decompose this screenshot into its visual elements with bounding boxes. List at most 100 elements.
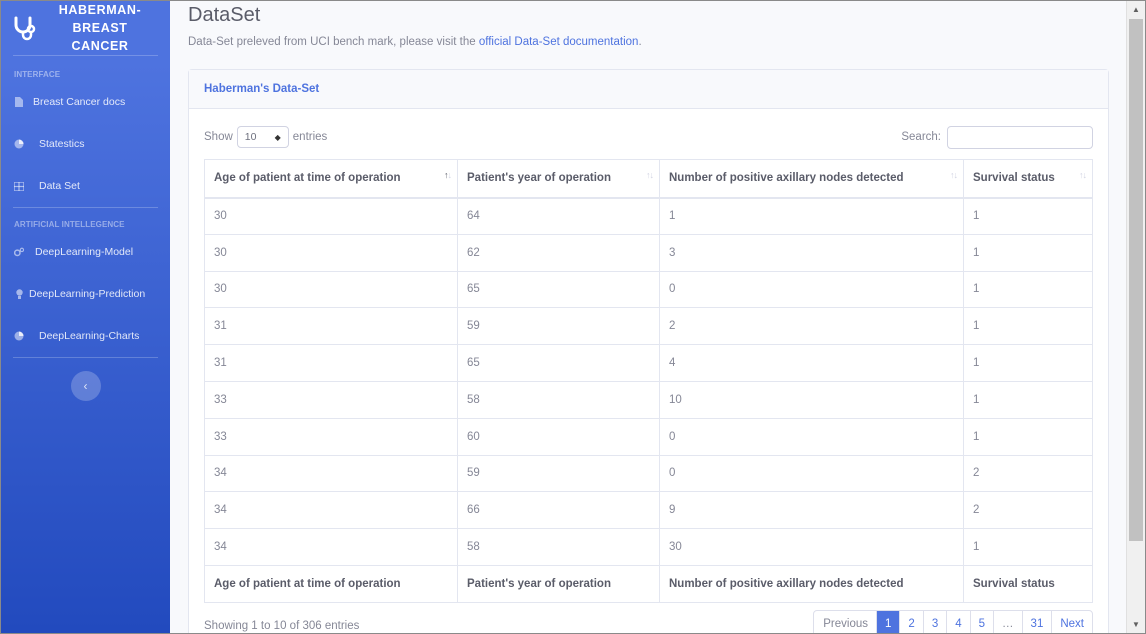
- table-row: 34 66 9 2: [204, 491, 1093, 530]
- sidebar-toggle-button[interactable]: ‹: [70, 371, 101, 401]
- table-cell: 0: [659, 417, 964, 456]
- sidebar-item-deeplearning-prediction[interactable]: DeepLearning-Prediction: [1, 273, 170, 315]
- pagination-ellipsis: …: [993, 611, 1022, 633]
- table-header-row: Age of patient at time of operation ↑↓ P…: [204, 159, 1093, 199]
- column-header-label: Age of patient at time of operation: [214, 172, 401, 185]
- entries-select-value: 10: [244, 131, 257, 143]
- table-cell: 31: [204, 344, 458, 382]
- column-header-label: Survival status: [973, 172, 1055, 185]
- table-cell: 34: [204, 528, 458, 566]
- pagination-page-3[interactable]: 3: [922, 611, 946, 633]
- table-row: 34 59 0 2: [204, 454, 1093, 493]
- sidebar-item-data-set[interactable]: Data Set: [1, 165, 170, 207]
- column-footer-year: Patient's year of operation: [457, 564, 660, 603]
- column-header-year[interactable]: Patient's year of operation ↑↓: [457, 159, 660, 199]
- table-cell: 30: [204, 233, 458, 272]
- vertical-scrollbar[interactable]: ▲ ▼: [1126, 1, 1145, 633]
- table-cell: 65: [457, 270, 660, 309]
- main-content: DataSet Data-Set preleved from UCI bench…: [170, 1, 1126, 633]
- pagination-page-2[interactable]: 2: [899, 611, 922, 633]
- scroll-up-icon[interactable]: ▲: [1127, 1, 1145, 18]
- sidebar-divider: [13, 357, 158, 358]
- dataset-docs-link[interactable]: official Data-Set documentation: [479, 36, 639, 48]
- dataset-table: Age of patient at time of operation ↑↓ P…: [204, 159, 1093, 603]
- column-header-survival[interactable]: Survival status ↑↓: [963, 159, 1093, 199]
- sort-icon: ↑↓: [646, 170, 654, 180]
- table-cell: 2: [963, 454, 1093, 493]
- sidebar-heading-interface: INTERFACE: [14, 70, 61, 79]
- table-cell: 59: [457, 454, 660, 493]
- table-cell: 62: [457, 233, 660, 272]
- search-input[interactable]: [947, 125, 1093, 149]
- sidebar-item-label: Statestics: [39, 138, 85, 150]
- sort-icon: ↑↓: [950, 170, 958, 180]
- scrollbar-thumb[interactable]: [1129, 19, 1143, 541]
- description-suffix: .: [638, 36, 642, 48]
- entries-select[interactable]: 10 ◆: [236, 126, 289, 148]
- show-label: Show: [204, 131, 233, 143]
- table-cell: 2: [963, 491, 1093, 530]
- column-footer-age: Age of patient at time of operation: [204, 564, 458, 603]
- table-cell: 1: [963, 417, 1093, 456]
- select-arrows-icon: ◆: [274, 132, 281, 142]
- table-row: 33 58 10 1: [204, 380, 1093, 419]
- sidebar-item-label: DeepLearning-Charts: [39, 330, 140, 342]
- pagination: Previous 1 2 3 4 5… 31 Next: [813, 610, 1093, 633]
- table-cell: 1: [963, 270, 1093, 309]
- sidebar-item-deeplearning-charts[interactable]: DeepLearning-Charts: [1, 315, 170, 357]
- chevron-left-icon: ‹: [83, 379, 88, 393]
- page-title: DataSet: [188, 4, 261, 26]
- sidebar-brand[interactable]: HABERMAN- BREAST CANCER: [1, 1, 170, 55]
- pie-chart-icon: [14, 139, 24, 149]
- sidebar-item-deeplearning-model[interactable]: DeepLearning-Model: [1, 231, 170, 273]
- table-cell: 64: [457, 197, 660, 235]
- sidebar-divider: [13, 207, 158, 208]
- table-cell: 34: [204, 491, 458, 530]
- description-text: Data-Set preleved from UCI bench mark, p…: [188, 36, 479, 48]
- pagination-page-31[interactable]: 31: [1021, 611, 1052, 633]
- table-cell: 30: [204, 197, 458, 235]
- sidebar-item-label: DeepLearning-Prediction: [29, 288, 146, 300]
- table-row: 31 65 4 1: [204, 344, 1093, 382]
- table-cell: 30: [204, 270, 458, 309]
- column-header-label: Number of positive axillary nodes detect…: [669, 172, 904, 185]
- pagination-previous-button: Previous: [823, 617, 869, 630]
- table-cell: 58: [457, 528, 660, 566]
- table-cell: 1: [963, 307, 1093, 346]
- table-cell: 1: [659, 197, 964, 235]
- table-cell: 1: [963, 380, 1093, 419]
- pagination-next-button[interactable]: Next: [1051, 611, 1092, 633]
- page-description: Data-Set preleved from UCI bench mark, p…: [188, 36, 642, 48]
- column-footer-nodes: Number of positive axillary nodes detect…: [659, 564, 964, 603]
- sort-icon: ↑↓: [1079, 170, 1087, 180]
- table-footer-row: Age of patient at time of operation Pati…: [204, 564, 1093, 603]
- table-row: 34 58 30 1: [204, 528, 1093, 566]
- search-label: Search:: [901, 131, 941, 143]
- file-icon: [14, 97, 24, 107]
- column-header-nodes[interactable]: Number of positive axillary nodes detect…: [659, 159, 964, 199]
- table-cell: 3: [659, 233, 964, 272]
- table-info: Showing 1 to 10 of 306 entries: [204, 620, 360, 632]
- sidebar-item-label: Breast Cancer docs: [33, 96, 126, 108]
- sidebar-item-breast-cancer-docs[interactable]: Breast Cancer docs: [1, 81, 170, 123]
- scroll-down-icon[interactable]: ▼: [1127, 616, 1145, 633]
- entries-length-control: Show 10 ◆ entries: [204, 125, 327, 149]
- pagination-page-1[interactable]: 1: [876, 611, 900, 633]
- table-row: 33 60 0 1: [204, 417, 1093, 456]
- sidebar-item-label: Data Set: [39, 180, 80, 192]
- table-cell: 1: [963, 197, 1093, 235]
- column-header-age[interactable]: Age of patient at time of operation ↑↓: [204, 159, 458, 199]
- search-control: Search:: [901, 125, 1093, 149]
- table-icon: [14, 181, 24, 191]
- sidebar-heading-ai: ARTIFICIAL INTELLEGENCE: [14, 220, 125, 229]
- table-cell: 1: [963, 528, 1093, 566]
- pagination-page-4[interactable]: 4: [946, 611, 969, 633]
- sidebar-item-statestics[interactable]: Statestics: [1, 123, 170, 165]
- table-cell: 65: [457, 344, 660, 382]
- table-cell: 0: [659, 454, 964, 493]
- sidebar-divider: [13, 55, 158, 56]
- table-cell: 66: [457, 491, 660, 530]
- table-cell: 1: [963, 233, 1093, 272]
- column-header-label: Patient's year of operation: [467, 172, 611, 185]
- pagination-page-5[interactable]: 5: [969, 611, 993, 633]
